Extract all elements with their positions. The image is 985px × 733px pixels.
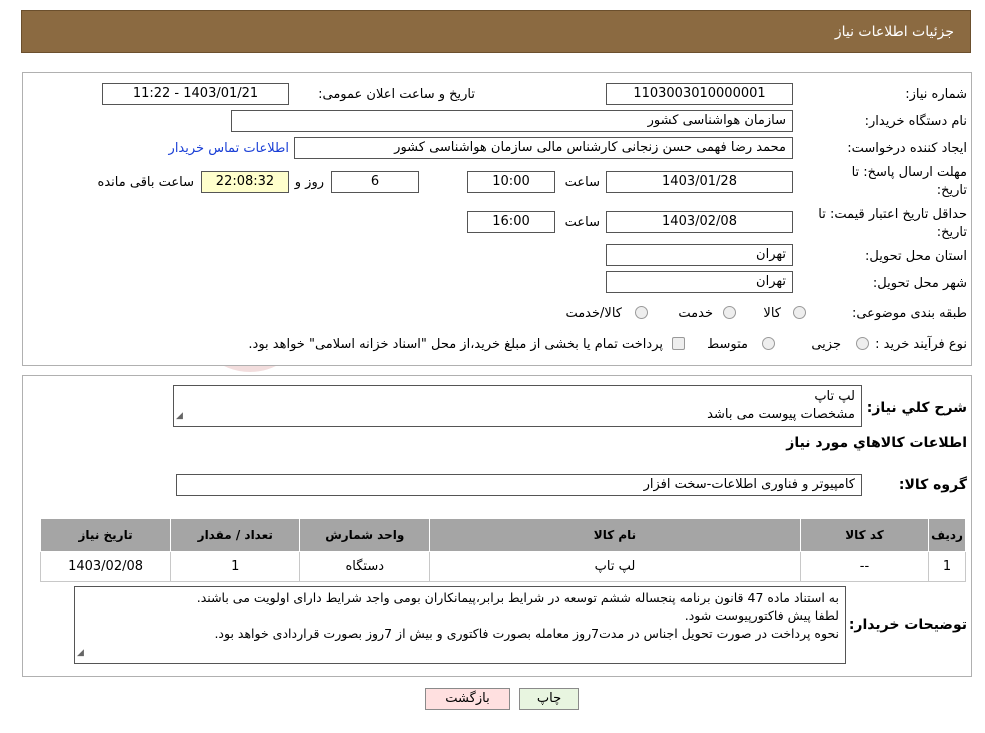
col-goods-name: نام کالا	[429, 518, 801, 552]
buyer-notes-line-3: نحوه پرداخت در صورت تحویل اجناس در مدت7ر…	[214, 626, 839, 641]
category-radio-goods[interactable]	[793, 306, 806, 319]
price-validity-time-field: 16:00	[467, 211, 555, 233]
col-quantity: تعداد / مقدار	[170, 518, 301, 552]
cell-quantity: 1	[170, 551, 301, 582]
price-validity-label-2: تاریخ:	[936, 225, 967, 240]
price-validity-time-label: ساعت	[564, 215, 600, 230]
buyer-notes-line-1: به استناد ماده 47 قانون برنامه پنجساله ش…	[196, 590, 839, 605]
page-header: جزئیات اطلاعات نیاز	[21, 10, 971, 53]
summary-line-1: لپ تاپ	[814, 389, 855, 404]
remaining-time-label: ساعت باقی مانده	[97, 175, 194, 190]
table-header-row: رديف کد کالا نام کالا واحد شمارش تعداد /…	[39, 518, 966, 552]
goods-table: رديف کد کالا نام کالا واحد شمارش تعداد /…	[39, 518, 966, 582]
summary-line-2: مشخصات پیوست می باشد	[707, 407, 855, 422]
col-need-date: تاریخ نیاز	[39, 518, 172, 552]
days-remaining-field: 6	[331, 171, 419, 193]
cell-row-number: 1	[928, 551, 966, 582]
resize-handle-icon[interactable]: ◢	[176, 407, 183, 425]
category-option-service: خدمت	[678, 306, 713, 321]
table-row: 1 -- لپ تاپ دستگاه 1 1403/02/08	[39, 551, 966, 582]
price-validity-label: حداقل تاریخ اعتبار قیمت: تا	[818, 207, 967, 222]
reply-date-field: 1403/01/28	[606, 171, 793, 193]
remaining-time-field: 22:08:32	[201, 171, 289, 193]
province-label: استان محل تحویل:	[865, 249, 967, 264]
summary-label: شرح کلي نياز:	[866, 400, 967, 416]
requester-field: محمد رضا فهمی حسن زنجانی کارشناس مالی سا…	[294, 137, 793, 159]
treasury-payment-note: پرداخت تمام یا بخشی از مبلغ خرید،از محل …	[248, 337, 663, 352]
goods-info-title: اطلاعات کالاهاي مورد نياز	[786, 435, 967, 451]
need-number-field: 1103003010000001	[606, 83, 793, 105]
reply-deadline-label: مهلت ارسال پاسخ: تا	[851, 165, 967, 180]
buyer-notes-label: توضيحات خريدار:	[848, 617, 967, 633]
reply-time-field: 10:00	[467, 171, 555, 193]
cell-need-date: 1403/02/08	[39, 551, 172, 582]
process-radio-medium[interactable]	[762, 337, 775, 350]
process-option-medium: متوسط	[707, 337, 748, 352]
buyer-org-label: نام دستگاه خریدار:	[864, 114, 967, 129]
page-title: جزئیات اطلاعات نیاز	[834, 24, 954, 40]
need-number-label: شماره نیاز:	[905, 87, 967, 102]
col-unit: واحد شمارش	[299, 518, 431, 552]
cell-unit: دستگاه	[299, 551, 431, 582]
goods-group-field: کامپیوتر و فناوری اطلاعات-سخت افزار	[176, 474, 862, 496]
announce-datetime-label: تاریخ و ساعت اعلان عمومی:	[318, 87, 475, 102]
cell-goods-name: لپ تاپ	[429, 551, 801, 582]
back-button[interactable]: بازگشت	[425, 688, 510, 710]
province-field: تهران	[606, 244, 793, 266]
days-label: روز و	[294, 175, 324, 190]
summary-textarea: لپ تاپ مشخصات پیوست می باشد ◢	[173, 385, 862, 427]
cell-goods-code: --	[799, 551, 930, 582]
buyer-notes-line-2: لطفا پیش فاکتورپیوست شود.	[684, 608, 839, 623]
city-field: تهران	[606, 271, 793, 293]
category-radio-service[interactable]	[723, 306, 736, 319]
announce-datetime-field: 1403/01/21 - 11:22	[102, 83, 289, 105]
city-label: شهر محل تحویل:	[872, 276, 967, 291]
category-radio-goods-service[interactable]	[635, 306, 648, 319]
category-option-goods-service: کالا/خدمت	[565, 306, 622, 321]
category-label: طبقه بندی موضوعی:	[851, 306, 967, 321]
category-option-goods: کالا	[763, 306, 781, 321]
print-button[interactable]: چاپ	[519, 688, 579, 710]
resize-handle-icon[interactable]: ◢	[77, 644, 84, 662]
process-radio-minor[interactable]	[856, 337, 869, 350]
col-row-number: رديف	[928, 518, 966, 552]
requester-label: ایجاد کننده درخواست:	[847, 141, 967, 156]
buyer-contact-link[interactable]: اطلاعات تماس خریدار	[169, 141, 289, 156]
process-option-minor: جزیی	[811, 337, 841, 352]
goods-group-label: گروه کالا:	[898, 477, 967, 493]
treasury-checkbox[interactable]	[672, 337, 685, 350]
price-validity-date-field: 1403/02/08	[606, 211, 793, 233]
reply-deadline-label-2: تاریخ:	[936, 183, 967, 198]
reply-time-label: ساعت	[564, 175, 600, 190]
process-type-label: نوع فرآیند خرید :	[875, 337, 967, 352]
buyer-notes-textarea: به استناد ماده 47 قانون برنامه پنجساله ش…	[74, 586, 846, 664]
buyer-org-field: سازمان هواشناسی کشور	[231, 110, 793, 132]
col-goods-code: کد کالا	[799, 518, 930, 552]
